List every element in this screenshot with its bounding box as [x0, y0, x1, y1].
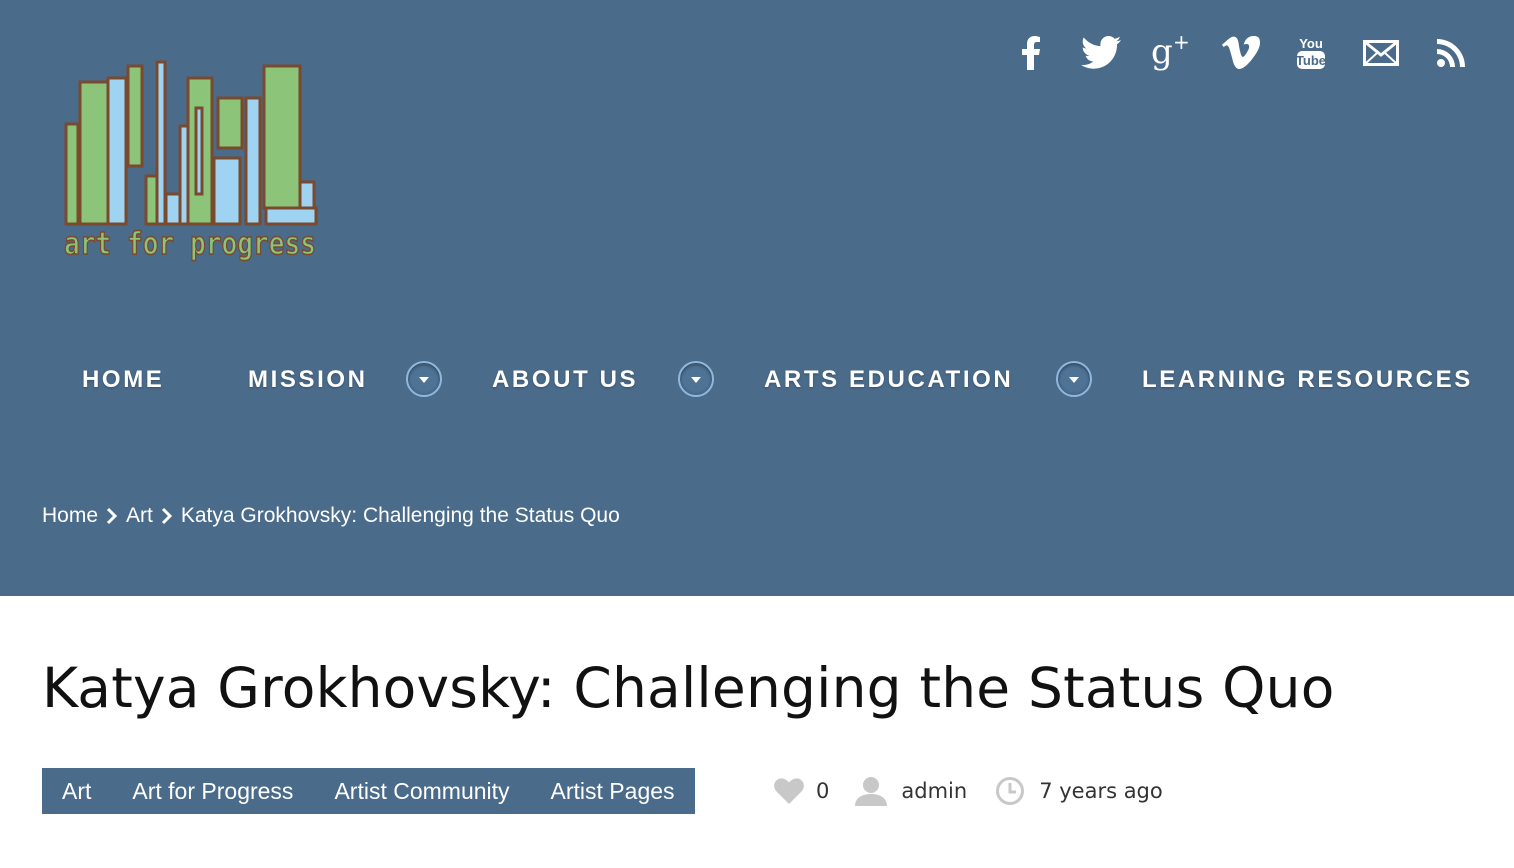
post-date: 7 years ago — [1039, 779, 1163, 803]
about-us-dropdown-toggle[interactable] — [678, 361, 714, 397]
logo-graphic: art for progress — [63, 60, 318, 263]
author-link[interactable]: admin — [901, 779, 967, 803]
mission-dropdown-toggle[interactable] — [406, 361, 442, 397]
svg-text:+: + — [1173, 35, 1190, 54]
nav-item-label: LEARNING RESOURCES — [1142, 366, 1473, 393]
heart-icon[interactable] — [774, 778, 804, 804]
breadcrumb-current: Katya Grokhovsky: Challenging the Status… — [180, 504, 620, 527]
google-plus-icon[interactable]: g + — [1136, 30, 1206, 76]
nav-item-label: HOME — [82, 366, 165, 393]
main-nav: HOME MISSION ABOUT US ARTS EDUCATION LEA… — [0, 352, 1514, 408]
breadcrumb-home-link[interactable]: Home — [42, 504, 98, 528]
category-link-art-for-progress[interactable]: Art for Progress — [132, 778, 293, 805]
chevron-right-icon — [106, 507, 118, 525]
twitter-icon[interactable] — [1066, 30, 1136, 76]
like-count[interactable]: 0 — [816, 779, 829, 803]
nav-item-about-us[interactable]: ABOUT US — [492, 352, 638, 408]
category-link-artist-community[interactable]: Artist Community — [334, 778, 509, 805]
page-title: Katya Grokhovsky: Challenging the Status… — [42, 656, 1335, 720]
nav-item-arts-education[interactable]: ARTS EDUCATION — [764, 352, 1013, 408]
nav-item-label: ABOUT US — [492, 366, 639, 393]
chevron-right-icon — [161, 507, 173, 525]
svg-text:Tube: Tube — [1296, 53, 1326, 68]
nav-item-label: MISSION — [248, 366, 368, 393]
post-meta: 0 admin 7 years ago — [774, 770, 1163, 812]
user-icon — [855, 776, 888, 806]
svg-text:g: g — [1151, 35, 1173, 71]
logo-text: art for progress — [64, 226, 316, 262]
breadcrumb-art-link[interactable]: Art — [126, 504, 153, 528]
nav-item-home[interactable]: HOME — [82, 352, 164, 408]
breadcrumb: Home Art Katya Grokhovsky: Challenging t… — [42, 500, 620, 532]
nav-item-learning-resources[interactable]: LEARNING RESOURCES — [1142, 352, 1473, 408]
arts-education-dropdown-toggle[interactable] — [1056, 361, 1092, 397]
clock-icon — [995, 776, 1025, 806]
youtube-icon[interactable]: You Tube — [1276, 30, 1346, 76]
site-header: art for progress g + You Tube HOME MISSI… — [0, 0, 1514, 596]
site-logo[interactable]: art for progress — [60, 58, 322, 266]
nav-item-mission[interactable]: MISSION — [248, 352, 368, 408]
facebook-icon[interactable] — [996, 30, 1066, 76]
vimeo-icon[interactable] — [1206, 30, 1276, 76]
rss-icon[interactable] — [1416, 30, 1486, 76]
category-link-artist-pages[interactable]: Artist Pages — [551, 778, 675, 805]
email-icon[interactable] — [1346, 30, 1416, 76]
category-link-art[interactable]: Art — [62, 778, 91, 805]
post-categories: Art Art for Progress Artist Community Ar… — [42, 768, 695, 814]
nav-item-label: ARTS EDUCATION — [764, 366, 1014, 393]
social-links: g + You Tube — [996, 30, 1486, 76]
svg-text:You: You — [1299, 36, 1323, 51]
